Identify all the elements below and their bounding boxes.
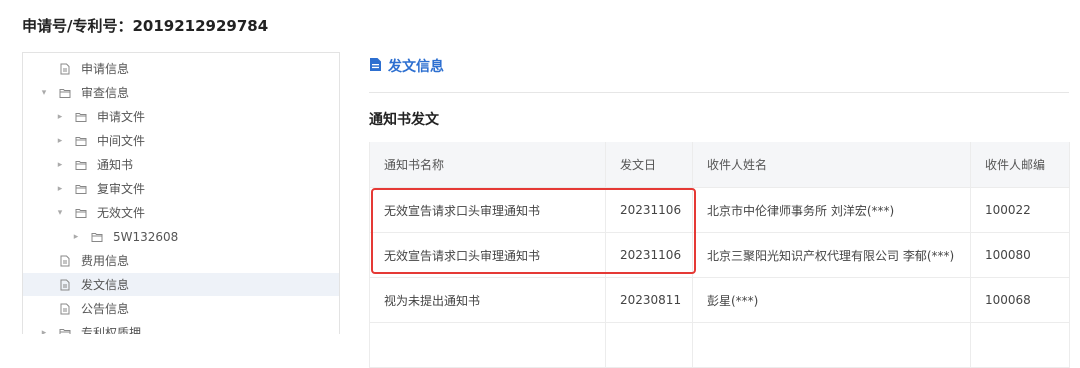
sidebar-item-label: 审查信息: [81, 86, 130, 100]
cell-notice-name: 无效宣告请求口头审理通知书: [369, 232, 606, 278]
divider: [369, 92, 1069, 93]
section-header: 发文信息: [369, 56, 444, 76]
page-title: 申请号/专利号：2019212929784: [22, 17, 269, 35]
sidebar-item[interactable]: ▸ 复审文件: [23, 177, 339, 200]
folder-icon: [59, 327, 71, 334]
table-row[interactable]: [369, 322, 1070, 368]
section-header-label: 发文信息: [388, 59, 444, 75]
sidebar-item-label: 无效文件: [97, 206, 146, 220]
folder-icon: [75, 207, 87, 219]
sidebar-item[interactable]: 费用信息: [23, 249, 339, 272]
sidebar-item-label: 5W132608: [113, 229, 179, 244]
table-row[interactable]: 无效宣告请求口头审理通知书 20231106 北京市中伦律师事务所 刘洋宏(**…: [369, 187, 1070, 233]
document-icon: [369, 57, 382, 76]
cell-postcode: [970, 322, 1070, 368]
chevron-right-icon[interactable]: ▸: [39, 328, 49, 335]
file-icon: [59, 303, 71, 315]
folder-icon: [75, 111, 87, 123]
table-title: 通知书发文: [369, 112, 439, 128]
sidebar-item[interactable]: 公告信息: [23, 297, 339, 320]
chevron-right-icon[interactable]: ▸: [55, 136, 65, 146]
cell-date: 20231106: [605, 232, 693, 278]
sidebar-item-label: 专利权质押: [81, 326, 142, 334]
table-row[interactable]: 无效宣告请求口头审理通知书 20231106 北京三聚阳光知识产权代理有限公司 …: [369, 232, 1070, 278]
chevron-down-icon[interactable]: ▾: [39, 88, 49, 98]
sidebar-item[interactable]: ▸ 5W132608: [23, 225, 339, 248]
cell-postcode: 100080: [970, 232, 1070, 278]
column-header-notice-name: 通知书名称: [369, 142, 606, 188]
sidebar-item[interactable]: ▸ 通知书: [23, 153, 339, 176]
cell-postcode: 100022: [970, 187, 1070, 233]
cell-notice-name: [369, 322, 606, 368]
table-row[interactable]: 视为未提出通知书 20230811 彭星(***) 100068: [369, 277, 1070, 323]
folder-icon: [75, 183, 87, 195]
sidebar-item[interactable]: 申请信息: [23, 57, 339, 80]
folder-icon: [59, 87, 71, 99]
cell-notice-name: 无效宣告请求口头审理通知书: [369, 187, 606, 233]
sidebar-item-label: 申请文件: [97, 110, 146, 124]
cell-postcode: 100068: [970, 277, 1070, 323]
chevron-right-icon[interactable]: ▸: [55, 160, 65, 170]
chevron-right-icon[interactable]: ▸: [71, 232, 81, 242]
sidebar-item-label: 申请信息: [81, 62, 130, 76]
column-header-date: 发文日: [605, 142, 693, 188]
chevron-right-icon[interactable]: ▸: [55, 112, 65, 122]
table-header-row: 通知书名称 发文日 收件人姓名 收件人邮编: [369, 142, 1070, 188]
cell-recipient: [692, 322, 971, 368]
sidebar-item-label: 公告信息: [81, 302, 130, 316]
cell-recipient: 北京三聚阳光知识产权代理有限公司 李郁(***): [692, 232, 971, 278]
cell-date: 20230811: [605, 277, 693, 323]
cell-date: [605, 322, 693, 368]
column-header-postcode: 收件人邮编: [970, 142, 1070, 188]
chevron-right-icon[interactable]: ▸: [55, 184, 65, 194]
file-icon: [59, 255, 71, 267]
sidebar-item[interactable]: ▸ 中间文件: [23, 129, 339, 152]
file-icon: [59, 279, 71, 291]
file-icon: [59, 63, 71, 75]
notice-table: 通知书名称 发文日 收件人姓名 收件人邮编 无效宣告请求口头审理通知书 2023…: [369, 142, 1070, 368]
cell-date: 20231106: [605, 187, 693, 233]
sidebar-item-label: 费用信息: [81, 254, 130, 268]
sidebar-item-label: 通知书: [97, 158, 134, 172]
sidebar-item[interactable]: ▾ 审查信息: [23, 81, 339, 104]
sidebar-item[interactable]: ▾ 无效文件: [23, 201, 339, 224]
folder-icon: [91, 231, 103, 243]
sidebar-item-label: 复审文件: [97, 182, 146, 196]
folder-icon: [75, 159, 87, 171]
sidebar-item-label: 中间文件: [97, 134, 146, 148]
sidebar-item[interactable]: 发文信息: [23, 273, 339, 296]
sidebar-tree: 申请信息 ▾ 审查信息 ▸ 申请文件 ▸ 中间文件 ▸ 通知书 ▸ 复审文件 ▾ 无效文件 ▸ 5W1326…: [22, 52, 340, 334]
cell-notice-name: 视为未提出通知书: [369, 277, 606, 323]
chevron-down-icon[interactable]: ▾: [55, 208, 65, 218]
cell-recipient: 彭星(***): [692, 277, 971, 323]
cell-recipient: 北京市中伦律师事务所 刘洋宏(***): [692, 187, 971, 233]
column-header-recipient: 收件人姓名: [692, 142, 971, 188]
folder-icon: [75, 135, 87, 147]
sidebar-item[interactable]: ▸ 专利权质押: [23, 321, 339, 334]
sidebar-item-label: 发文信息: [81, 278, 130, 292]
sidebar-item[interactable]: ▸ 申请文件: [23, 105, 339, 128]
